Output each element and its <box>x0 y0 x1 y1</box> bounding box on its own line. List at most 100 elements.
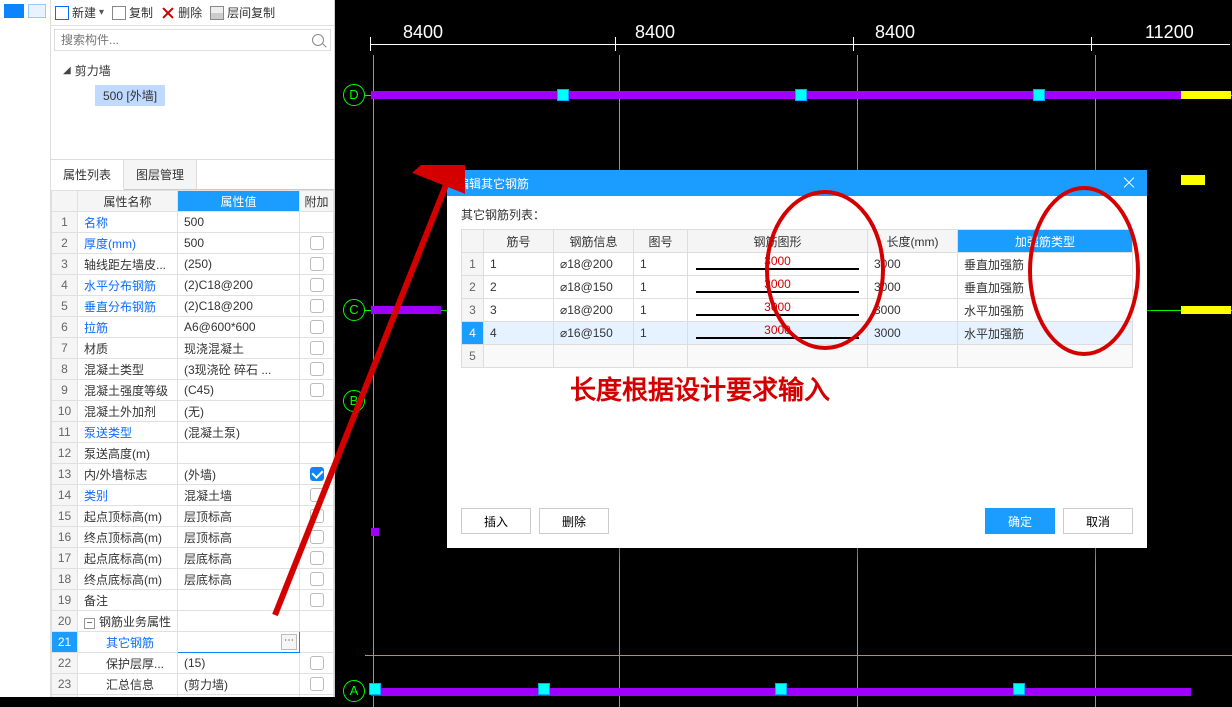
attr-name[interactable]: 混凝土强度等级 <box>78 380 178 401</box>
extra-checkbox[interactable] <box>310 383 324 397</box>
attr-name[interactable]: 终点底标高(m) <box>78 569 178 590</box>
attr-value[interactable]: (3现浇砼 碎石 ... <box>178 359 300 380</box>
cell-id[interactable]: 2 <box>484 276 554 299</box>
attr-name[interactable]: 轴线距左墙皮... <box>78 254 178 275</box>
cancel-button[interactable]: 取消 <box>1063 508 1133 534</box>
close-icon[interactable] <box>1121 175 1137 191</box>
copy-button[interactable]: 复制 <box>112 4 153 21</box>
attr-name[interactable]: 水平分布钢筋 <box>78 275 178 296</box>
tree-child[interactable]: 500 [外墙] <box>95 85 165 106</box>
extra-checkbox[interactable] <box>310 677 324 691</box>
attr-value[interactable]: (C45) <box>178 380 300 401</box>
extra-checkbox[interactable] <box>310 593 324 607</box>
cell-info[interactable]: ⌀18@200 <box>554 253 634 276</box>
extra-checkbox[interactable] <box>310 488 324 502</box>
cell-id[interactable]: 1 <box>484 253 554 276</box>
extra-checkbox[interactable] <box>310 656 324 670</box>
cell-len[interactable]: 3000 <box>868 276 958 299</box>
cell-id[interactable]: 3 <box>484 299 554 322</box>
attr-name[interactable]: 汇总信息 <box>78 674 178 695</box>
extra-checkbox[interactable] <box>310 467 324 481</box>
layer-copy-button[interactable]: 层间复制 <box>210 4 275 21</box>
cell-id[interactable]: 4 <box>484 322 554 345</box>
attr-name[interactable]: 泵送高度(m) <box>78 443 178 464</box>
attr-name[interactable]: 材质 <box>78 338 178 359</box>
attr-value[interactable]: 500 <box>178 212 300 233</box>
attr-name[interactable]: 混凝土类型 <box>78 359 178 380</box>
attr-name[interactable]: 混凝土外加剂 <box>78 401 178 422</box>
cell-len[interactable]: 3000 <box>868 299 958 322</box>
search-input[interactable] <box>54 29 331 51</box>
cell-info[interactable]: ⌀18@200 <box>554 299 634 322</box>
component-tree[interactable]: ◢剪力墙 500 [外墙] <box>51 54 334 160</box>
attr-name[interactable]: 垂直分布钢筋 <box>78 296 178 317</box>
cell-type[interactable]: 垂直加强筋 <box>958 276 1133 299</box>
attr-value[interactable]: 层底标高 <box>178 548 300 569</box>
extra-checkbox[interactable] <box>310 341 324 355</box>
extra-checkbox[interactable] <box>310 551 324 565</box>
attr-value[interactable] <box>178 590 300 611</box>
cell-shape[interactable]: 3000 <box>688 253 868 276</box>
attr-value[interactable]: 层底标高 <box>178 569 300 590</box>
ok-button[interactable]: 确定 <box>985 508 1055 534</box>
attr-name[interactable]: 保护层厚... <box>78 653 178 674</box>
attr-name[interactable]: −钢筋业务属性 <box>78 611 178 632</box>
attr-value[interactable]: (2)C18@200 <box>178 296 300 317</box>
attr-value[interactable]: (剪力墙) <box>178 674 300 695</box>
cell-shape[interactable]: 3000 <box>688 276 868 299</box>
cell-type[interactable]: 水平加强筋 <box>958 322 1133 345</box>
cell-type[interactable]: 垂直加强筋 <box>958 253 1133 276</box>
attr-value[interactable]: 层顶标高 <box>178 506 300 527</box>
cell-shape[interactable]: 3000 <box>688 299 868 322</box>
attr-value[interactable]: (2)C18@200 <box>178 275 300 296</box>
attr-name[interactable]: 其它钢筋 <box>78 632 178 653</box>
attr-name[interactable]: 名称 <box>78 212 178 233</box>
extra-checkbox[interactable] <box>310 320 324 334</box>
attr-value[interactable]: (混凝土泵) <box>178 422 300 443</box>
cell-len[interactable]: 3000 <box>868 322 958 345</box>
extra-checkbox[interactable] <box>310 278 324 292</box>
attr-value[interactable]: 混凝土墙 <box>178 485 300 506</box>
delete-button[interactable]: 删除 <box>161 4 202 21</box>
tab-layers[interactable]: 图层管理 <box>124 160 197 189</box>
attr-name[interactable]: 拉筋 <box>78 317 178 338</box>
cell-info[interactable]: ⌀16@150 <box>554 322 634 345</box>
extra-checkbox[interactable] <box>310 362 324 376</box>
search-icon[interactable] <box>312 34 324 46</box>
cell-pic[interactable]: 1 <box>634 322 688 345</box>
attr-name[interactable]: 备注 <box>78 590 178 611</box>
extra-checkbox[interactable] <box>310 509 324 523</box>
extra-checkbox[interactable] <box>310 299 324 313</box>
cell-pic[interactable]: 1 <box>634 299 688 322</box>
rebar-table[interactable]: 筋号 钢筋信息 图号 钢筋图形 长度(mm) 加强筋类型 11⌀18@20013… <box>461 229 1133 368</box>
attr-name[interactable]: 泵送类型 <box>78 422 178 443</box>
attr-value[interactable]: 现浇混凝土 <box>178 338 300 359</box>
attr-name[interactable]: 起点顶标高(m) <box>78 506 178 527</box>
extra-checkbox[interactable] <box>310 257 324 271</box>
extra-checkbox[interactable] <box>310 530 324 544</box>
attr-name[interactable]: 厚度(mm) <box>78 233 178 254</box>
extra-checkbox[interactable] <box>310 236 324 250</box>
attr-name[interactable]: 起点底标高(m) <box>78 548 178 569</box>
attr-value[interactable]: (无) <box>178 401 300 422</box>
delete-rebar-button[interactable]: 删除 <box>539 508 609 534</box>
attr-value[interactable]: (250) <box>178 254 300 275</box>
attr-name[interactable]: 内/外墙标志 <box>78 464 178 485</box>
attr-name[interactable]: 终点顶标高(m) <box>78 527 178 548</box>
attr-value[interactable]: (外墙) <box>178 464 300 485</box>
attr-value[interactable]: A6@600*600 <box>178 317 300 338</box>
attr-value[interactable]: 500 <box>178 233 300 254</box>
attr-value[interactable] <box>178 611 300 632</box>
extra-checkbox[interactable] <box>310 572 324 586</box>
attr-value[interactable]: (15) <box>178 653 300 674</box>
cell-info[interactable]: ⌀18@150 <box>554 276 634 299</box>
attr-value[interactable]: 层顶标高 <box>178 527 300 548</box>
cell-type[interactable]: 水平加强筋 <box>958 299 1133 322</box>
new-button[interactable]: 新建▾ <box>55 4 104 21</box>
cell-shape[interactable]: 3000 <box>688 322 868 345</box>
attr-value[interactable] <box>178 443 300 464</box>
cell-len[interactable]: 3000 <box>868 253 958 276</box>
cell-pic[interactable]: 1 <box>634 253 688 276</box>
tab-attributes[interactable]: 属性列表 <box>51 160 124 190</box>
insert-button[interactable]: 插入 <box>461 508 531 534</box>
